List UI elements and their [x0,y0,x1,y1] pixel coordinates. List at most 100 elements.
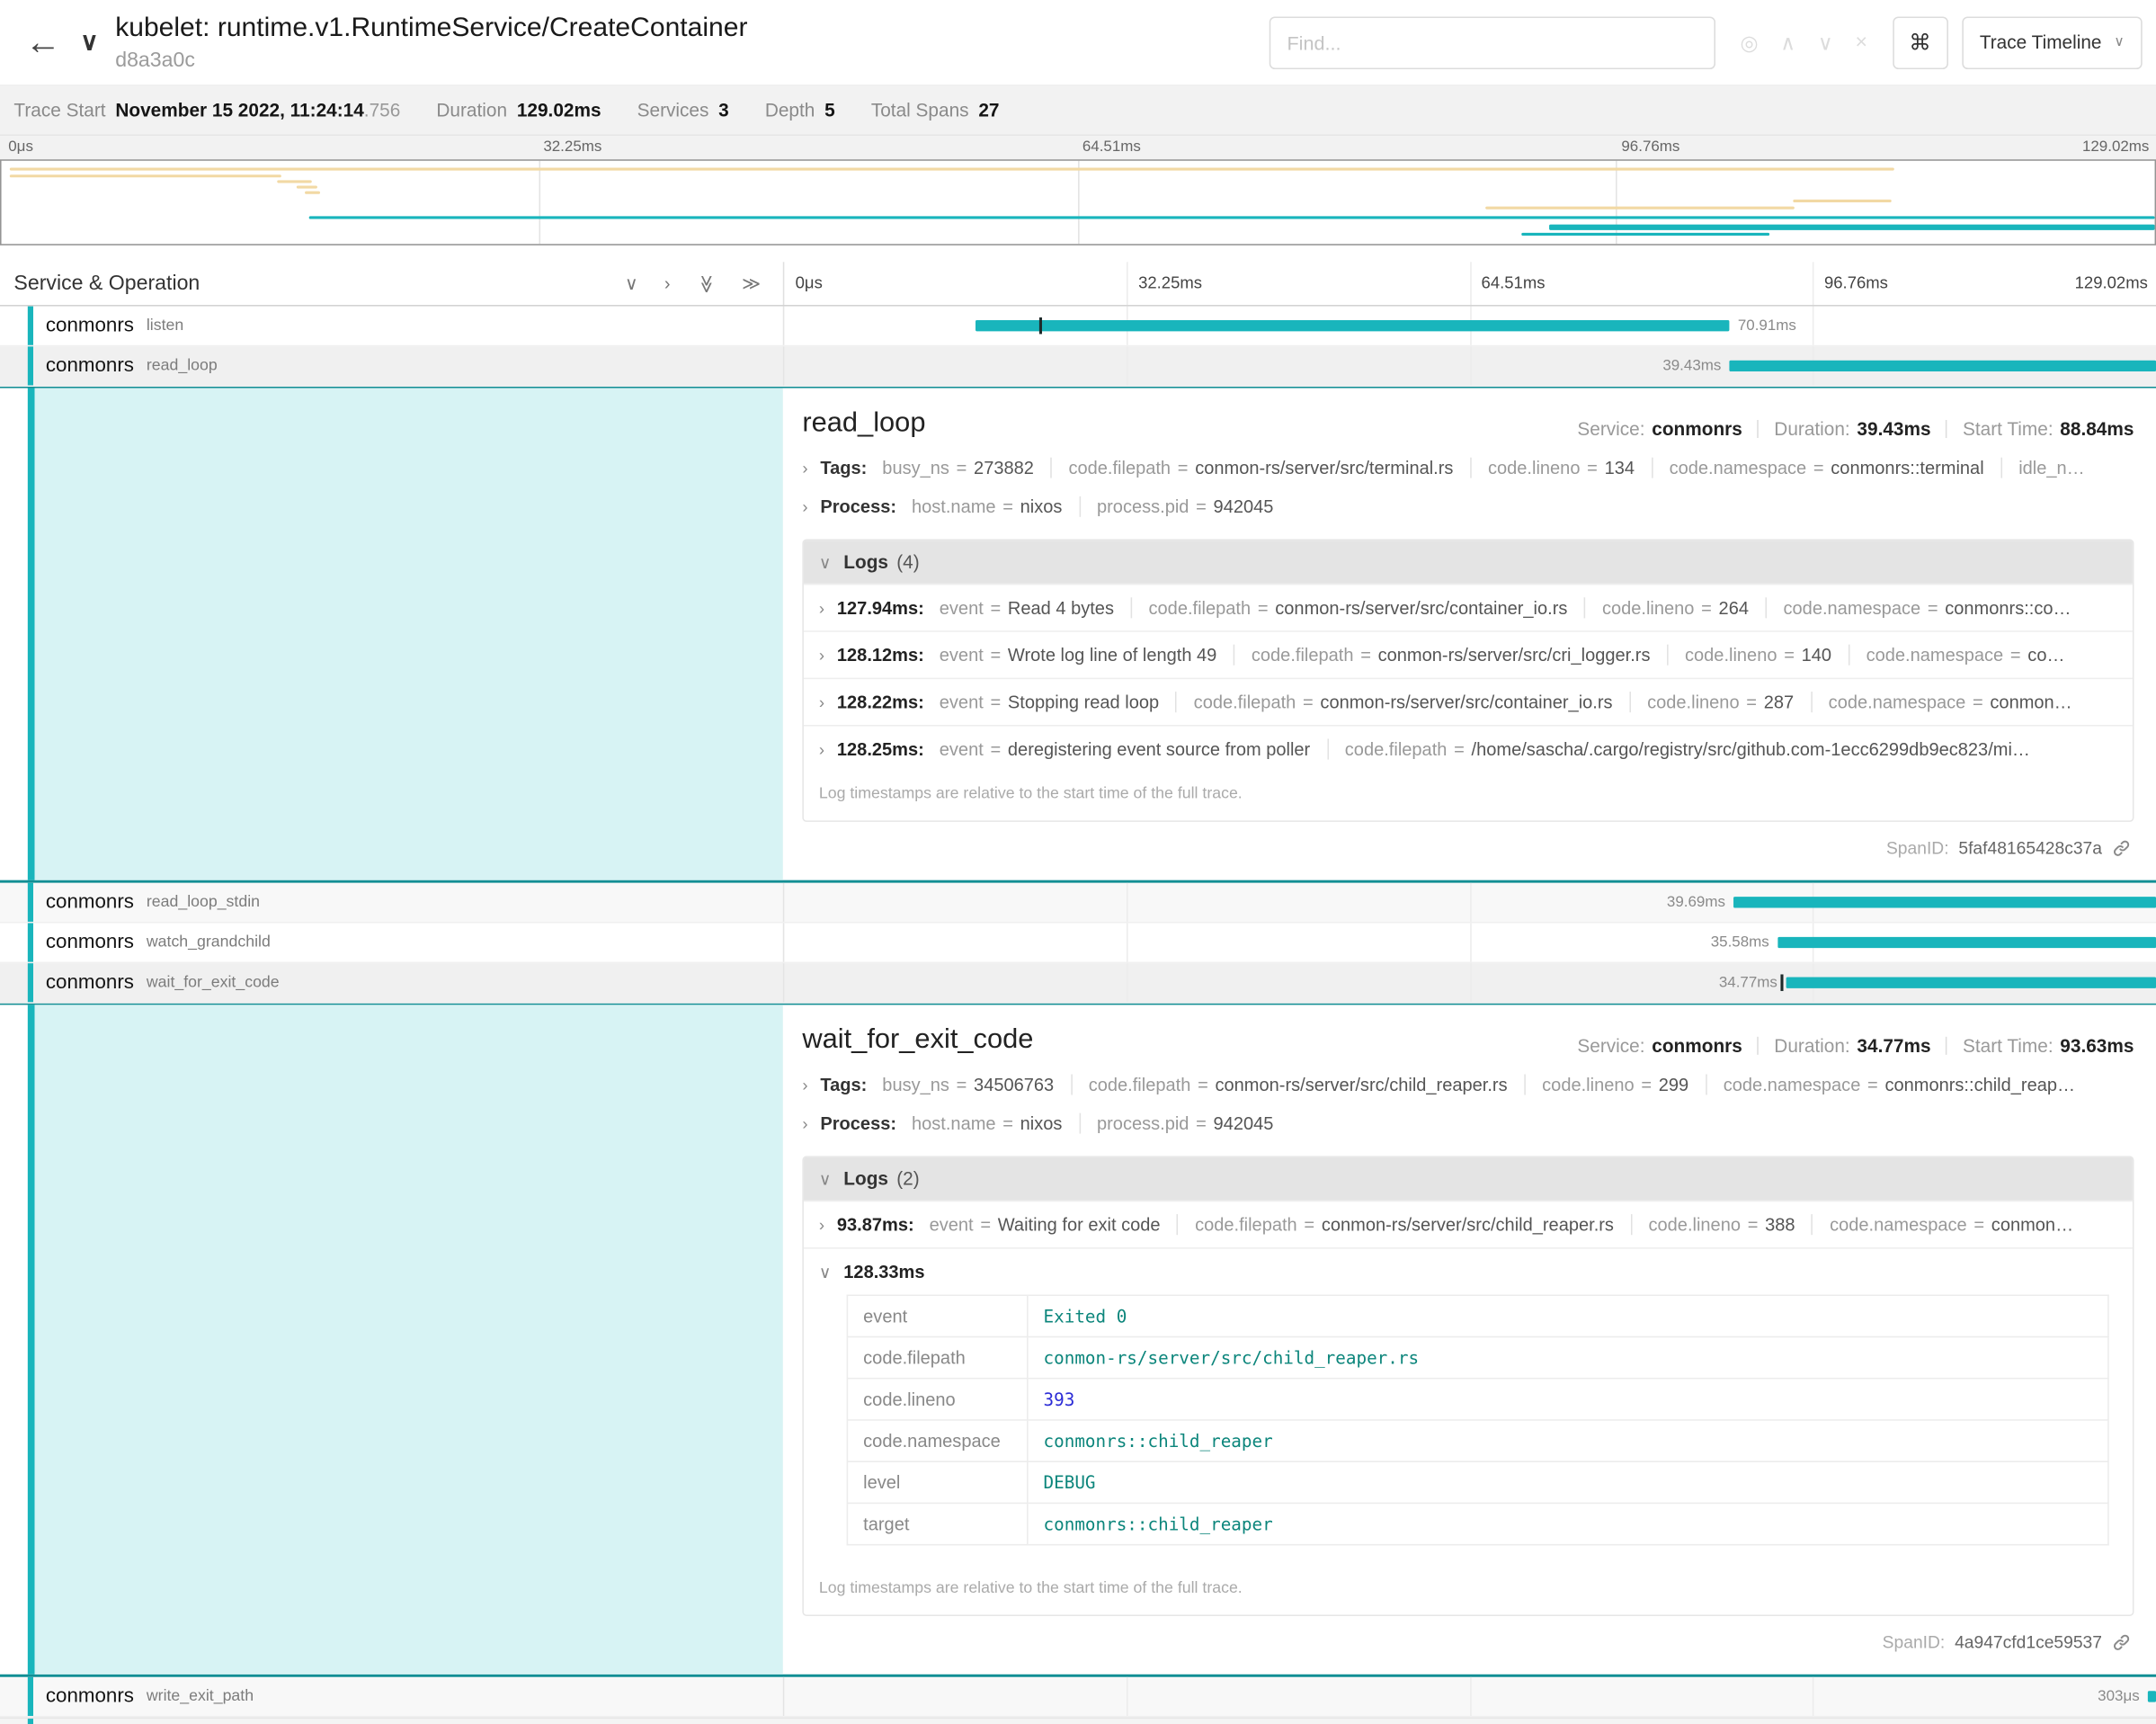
span-bar[interactable] [1733,897,2156,907]
find-next-icon[interactable]: ∨ [1818,30,1833,55]
span-rows: conmonrs listen 70.91ms conmonrs read_lo… [0,307,2156,1724]
span-bar[interactable] [2148,1691,2156,1702]
span-name-cell[interactable]: conmonrs read_loop [0,346,783,385]
log-entry-expanded[interactable]: ∨ 128.33ms eventExited 0 code.filepathco… [804,1247,2133,1566]
trace-header-collapse-icon[interactable]: ∨ [80,28,115,57]
page-title: kubelet: runtime.v1.RuntimeService/Creat… [115,13,747,44]
link-icon[interactable] [2112,1633,2132,1653]
span-timeline-cell[interactable]: 35.58ms [783,923,2156,961]
log-entry[interactable]: › 93.87ms: event=Waiting for exit code c… [804,1201,2133,1247]
table-row: code.namespaceconmonrs::child_reaper [847,1420,2107,1461]
tags-row[interactable]: › Tags: busy_ns=273882 code.filepath=con… [802,458,2134,478]
service-name: conmonrs [46,1685,134,1708]
log-entry[interactable]: › 127.94ms: event=Read 4 bytes code.file… [804,584,2133,630]
chevron-down-icon: ∨ [819,1262,832,1282]
process-row[interactable]: › Process: host.name=nixos process.pid=9… [802,496,2134,517]
timeline-ruler: 0μs 32.25ms 64.51ms 96.76ms 129.02ms [783,262,2156,305]
detail-left-gutter [0,1005,783,1674]
tag-kv: code.lineno=299 [1524,1074,1688,1094]
minimap-span-segment [297,186,318,189]
log-entry-header[interactable]: ∨ 128.33ms [819,1261,2117,1282]
chevron-right-icon: › [819,645,824,665]
timeline-column-header: Service & Operation ∨ › ≫ ≫ 0μs 32.25ms … [0,262,2156,306]
span-id-row: SpanID: 5faf48165428c37a [802,822,2134,871]
span-duration-label: 34.77ms [1719,974,1777,990]
span-duration-label: 39.43ms [1662,358,1721,374]
divider [1758,420,1760,438]
tags-row[interactable]: › Tags: busy_ns=34506763 code.filepath=c… [802,1074,2134,1094]
tag-kv: code.namespace=conmonrs::terminal [1652,458,1984,478]
back-button[interactable]: ← [13,21,80,64]
span-timeline-cell[interactable]: 34.77ms [783,963,2156,1002]
span-name-cell[interactable]: conmonrs listen [0,307,783,345]
expand-all-icon[interactable]: ≫ [695,274,717,293]
log-entry[interactable]: › 128.22ms: event=Stopping read loop cod… [804,678,2133,725]
span-row-read-loop-stdin[interactable]: conmonrs read_loop_stdin 39.69ms [0,883,2156,924]
view-selector-button[interactable]: Trace Timeline ∨ [1962,16,2143,69]
span-name-cell[interactable]: conmonrs read_loop_stdin [0,883,783,922]
span-name-cell[interactable]: conmonrs wait_for_exit_code [0,963,783,1002]
expand-one-icon[interactable]: › [664,272,671,295]
keyboard-shortcuts-button[interactable]: ⌘ [1893,16,1948,69]
span-bar[interactable] [1777,937,2156,948]
tag-kv: code.namespace=conmonrs::child_reap… [1706,1074,2075,1094]
minimap-span-segment [305,192,320,194]
minimap-span-segment [1485,207,1795,210]
span-timeline-cell[interactable]: 70.91ms [783,307,2156,345]
trace-summary-bar: Trace StartNovember 15 2022, 11:24:14.75… [0,86,2156,136]
detail-left-gutter [0,389,783,880]
span-detail-read-loop: read_loop Service:conmonrs Duration:39.4… [0,387,2156,883]
span-bar-tick [1780,974,1783,990]
span-name-cell[interactable]: conmonrs write_exit_path [0,1677,783,1716]
chevron-right-icon: › [819,692,824,712]
span-name-cell[interactable]: conmonrs watch_grandchild [0,923,783,961]
span-row-watch-grandchild[interactable]: conmonrs watch_grandchild 35.58ms [0,923,2156,963]
detail-title: wait_for_exit_code [802,1024,1033,1056]
log-kv: code.filepath=conmon-rs/server/src/conta… [1176,692,1613,712]
find-clear-icon[interactable]: × [1855,30,1867,55]
find-prev-icon[interactable]: ∧ [1780,30,1795,55]
log-kv: code.namespace=conmon… [1812,1214,2073,1235]
locate-icon[interactable]: ◎ [1740,30,1758,55]
logs-header[interactable]: ∨ Logs (4) [804,540,2133,584]
span-row-wait-for-exit-code[interactable]: conmonrs wait_for_exit_code 34.77ms [0,963,2156,1004]
chevron-right-icon: › [802,1075,807,1094]
link-icon[interactable] [2112,838,2132,858]
minimap-span-segment [10,174,281,177]
log-kv: code.namespace=conmon… [1811,692,2072,712]
summary-duration: Duration129.02ms [436,100,601,121]
minimap-canvas[interactable] [0,159,2156,246]
summary-total-spans: Total Spans27 [871,100,1000,121]
span-bar[interactable] [1730,361,2156,371]
span-duration-label: 39.69ms [1667,894,1725,910]
tag-kv: idle_n… [2000,458,2098,478]
process-row[interactable]: › Process: host.name=nixos process.pid=9… [802,1113,2134,1134]
span-row-write-exit-path[interactable]: conmonrs write_exit_path 303μs [0,1677,2156,1718]
table-row: code.lineno393 [847,1379,2107,1420]
span-bar[interactable] [1786,978,2156,988]
collapse-all-icon[interactable]: ≫ [742,272,761,295]
log-entry[interactable]: › 128.25ms: event=deregistering event so… [804,725,2133,772]
span-row-listen[interactable]: conmonrs listen 70.91ms [0,307,2156,347]
find-input[interactable] [1269,16,1715,69]
service-name: conmonrs [46,891,134,914]
logs-header[interactable]: ∨ Logs (2) [804,1157,2133,1201]
log-kv: code.namespace=conmonrs::co… [1765,597,2071,618]
minimap-span-segment [10,167,1894,170]
chevron-right-icon: › [819,598,824,618]
span-bar[interactable] [975,320,1729,331]
detail-highlight [35,1005,783,1674]
span-duration-label: 35.58ms [1711,934,1769,951]
span-row-read-loop[interactable]: conmonrs read_loop 39.43ms [0,346,2156,387]
trace-id: d8a3a0c [115,48,747,72]
span-timeline-cell[interactable]: 39.69ms [783,883,2156,922]
view-selector-label: Trace Timeline [1980,31,2102,52]
logs-note: Log timestamps are relative to the start… [804,1567,2133,1615]
divider [1947,420,1948,438]
collapse-one-icon[interactable]: ∨ [625,272,638,295]
log-entry[interactable]: › 128.12ms: event=Wrote log line of leng… [804,630,2133,677]
minimap-span-segment [1793,200,1892,202]
span-timeline-cell[interactable]: 303μs [783,1677,2156,1716]
span-timeline-cell[interactable]: 39.43ms [783,346,2156,385]
process-kv: host.name=nixos [912,1113,1062,1134]
